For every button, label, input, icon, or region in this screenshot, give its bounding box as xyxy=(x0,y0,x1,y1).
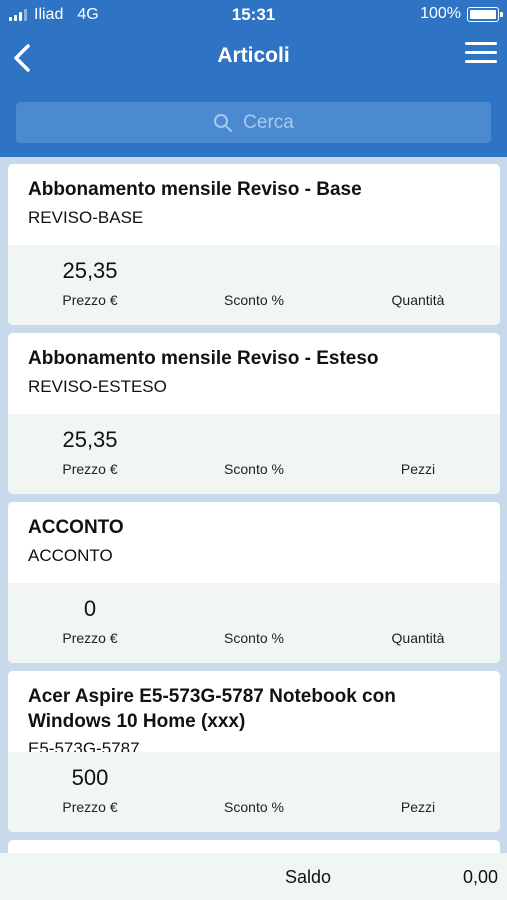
item-code: ACCONTO xyxy=(28,546,113,565)
item-price: 25,35 xyxy=(62,258,118,283)
price-label: Prezzo € xyxy=(62,630,118,646)
discount-label: Sconto % xyxy=(224,461,284,477)
page-title: Articoli xyxy=(217,44,290,67)
battery-percent: 100% xyxy=(420,5,461,22)
discount-label: Sconto % xyxy=(224,799,284,815)
unit-label: Quantità xyxy=(391,630,445,646)
price-label: Prezzo € xyxy=(62,461,118,477)
item-price: 25,35 xyxy=(62,427,118,452)
unit-label: Pezzi xyxy=(400,461,436,477)
item-title: Abbonamento mensile Reviso - Base xyxy=(28,179,362,200)
search-input[interactable]: Cerca xyxy=(16,102,491,143)
balance-value: 0,00 xyxy=(462,867,498,887)
discount-label: Sconto % xyxy=(224,292,284,308)
app-header: Iliad 4G 15:31 100% Articoli Cerca xyxy=(0,0,507,157)
item-code: REVISO-ESTESO xyxy=(28,377,167,396)
price-label: Prezzo € xyxy=(62,292,118,308)
item-code: REVISO-BASE xyxy=(28,208,144,227)
status-bar: Iliad 4G 15:31 100% xyxy=(0,0,507,30)
item-title: Abbonamento mensile Reviso - Esteso xyxy=(28,348,379,369)
item-title: Acer Aspire E5-573G-5787 Notebook con Wi… xyxy=(28,686,396,732)
battery-icon xyxy=(467,6,503,22)
nav-bar: Articoli xyxy=(0,30,507,86)
price-label: Prezzo € xyxy=(62,799,118,815)
list-item[interactable]: Abbonamento mensile Reviso - Base REVISO… xyxy=(8,164,500,325)
unit-label: Pezzi xyxy=(400,799,436,815)
discount-label: Sconto % xyxy=(224,630,284,646)
search-icon xyxy=(214,113,233,132)
balance-label: Saldo xyxy=(285,867,332,887)
status-right: 100% xyxy=(420,5,503,23)
unit-label: Quantità xyxy=(391,292,445,308)
item-price: 500 xyxy=(71,765,109,790)
item-title: ACCONTO xyxy=(28,517,124,538)
list-item[interactable]: ACCONTO ACCONTO 0 Prezzo € Sconto % Quan… xyxy=(8,502,500,663)
hamburger-icon xyxy=(465,42,497,45)
item-price: 0 xyxy=(83,596,97,621)
list-item[interactable]: Abbonamento mensile Reviso - Esteso REVI… xyxy=(8,333,500,494)
balance-footer: Saldo 0,00 xyxy=(0,853,507,900)
menu-button[interactable] xyxy=(465,42,497,70)
search-placeholder: Cerca xyxy=(243,111,294,133)
list-item[interactable]: Acer Aspire E5-573G-5787 Notebook con Wi… xyxy=(8,671,500,832)
